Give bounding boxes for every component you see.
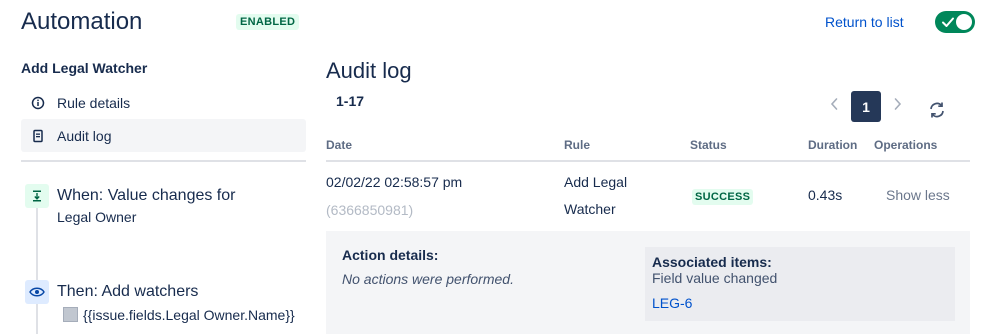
- show-less-button[interactable]: Show less: [886, 186, 950, 204]
- table-header-divider: [326, 160, 970, 162]
- column-header-rule: Rule: [564, 138, 591, 152]
- sidebar-item-label: Audit log: [57, 127, 112, 144]
- action-subtitle: {{issue.fields.Legal Owner.Name}}: [83, 307, 295, 323]
- action-details-value: No actions were performed.: [342, 271, 514, 287]
- action-icon[interactable]: [25, 280, 49, 304]
- row-execution-id: (6366850981): [326, 202, 414, 218]
- sidebar-item-audit-log[interactable]: Audit log: [21, 119, 306, 152]
- rule-name: Add Legal Watcher: [21, 60, 148, 76]
- document-icon: [31, 129, 45, 143]
- info-icon: [31, 96, 45, 110]
- return-to-list-link[interactable]: Return to list: [825, 13, 904, 31]
- refresh-icon: [930, 102, 944, 118]
- associated-items-value: Field value changed: [652, 270, 778, 286]
- column-header-date: Date: [326, 138, 353, 152]
- trigger-subtitle: Legal Owner: [57, 209, 137, 225]
- chevron-right-icon: [894, 98, 902, 110]
- pagination-prev-button[interactable]: [829, 96, 843, 114]
- rule-enabled-toggle[interactable]: [935, 11, 975, 33]
- refresh-button[interactable]: [927, 100, 947, 120]
- column-header-duration: Duration: [808, 138, 858, 152]
- app-title: Automation: [21, 8, 143, 35]
- associated-items-label: Associated items:: [652, 254, 772, 270]
- action-details-label: Action details:: [342, 247, 439, 263]
- action-title[interactable]: Then: Add watchers: [57, 282, 198, 302]
- trigger-title[interactable]: When: Value changes for: [57, 186, 235, 206]
- pagination-next-button[interactable]: [893, 96, 907, 114]
- sidebar-divider: [21, 160, 306, 162]
- sidebar-item-label: Rule details: [57, 94, 131, 111]
- pagination-page-1[interactable]: 1: [851, 91, 881, 122]
- chevron-left-icon: [830, 98, 838, 110]
- column-header-operations: Operations: [874, 138, 938, 152]
- result-range: 1-17: [336, 93, 365, 109]
- trigger-icon[interactable]: [25, 184, 49, 208]
- page-title: Audit log: [326, 58, 412, 83]
- row-rule-line2: Watcher: [564, 201, 616, 217]
- check-icon: [942, 17, 954, 27]
- row-date: 02/02/22 02:58:57 pm: [326, 174, 463, 190]
- toggle-knob: [956, 14, 972, 30]
- row-status-badge: SUCCESS: [692, 189, 754, 205]
- flow-connector: [36, 200, 38, 334]
- avatar: [63, 307, 78, 322]
- status-badge: ENABLED: [236, 14, 300, 30]
- eye-icon: [29, 287, 45, 297]
- associated-issue-link[interactable]: LEG-6: [652, 295, 692, 311]
- column-header-status: Status: [690, 138, 727, 152]
- field-change-icon: [33, 190, 41, 202]
- row-duration: 0.43s: [808, 187, 843, 203]
- sidebar-item-rule-details[interactable]: Rule details: [21, 86, 306, 119]
- row-rule-line1: Add Legal: [564, 174, 628, 190]
